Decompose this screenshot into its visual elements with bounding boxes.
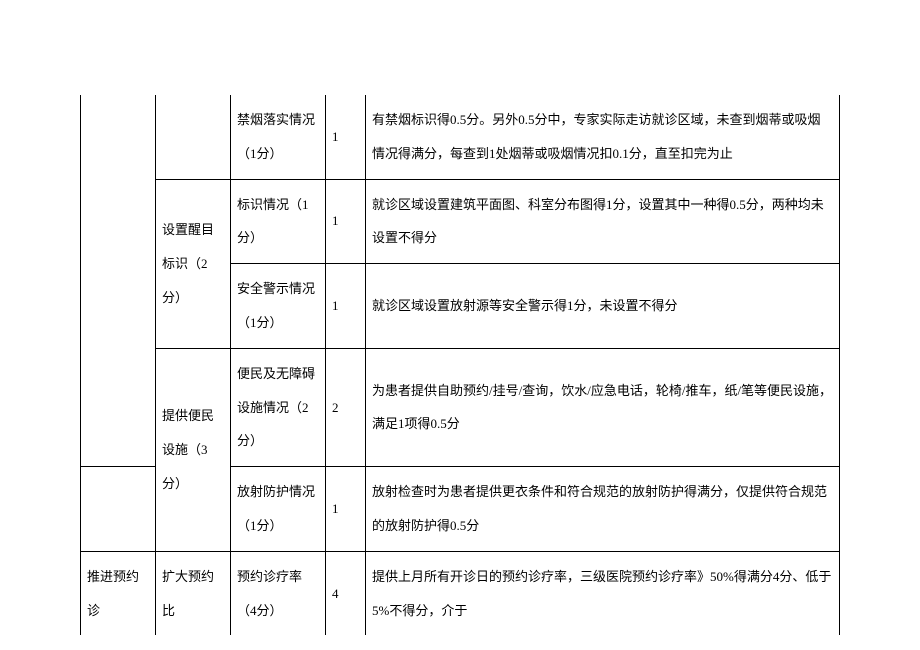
score-cell: 1 (326, 264, 366, 349)
main-cat-cell (81, 264, 156, 349)
table-row: 设置醒目标识（2分） 标识情况（1分） 1 就诊区域设置建筑平面图、科室分布图得… (81, 179, 840, 264)
cat-cell: 提供便民设施（3分） (156, 348, 231, 551)
score-cell: 4 (326, 551, 366, 635)
main-cat-cell (81, 348, 156, 466)
table-row: 禁烟落实情况（1分） 1 有禁烟标识得0.5分。另外0.5分中，专家实际走访就诊… (81, 95, 840, 179)
sub-item-cell: 安全警示情况（1分） (231, 264, 326, 349)
sub-item-cell: 预约诊疗率（4分） (231, 551, 326, 635)
evaluation-table: 禁烟落实情况（1分） 1 有禁烟标识得0.5分。另外0.5分中，专家实际走访就诊… (80, 95, 840, 635)
desc-cell: 有禁烟标识得0.5分。另外0.5分中，专家实际走访就诊区域，未查到烟蒂或吸烟情况… (366, 95, 840, 179)
cat-cell (156, 95, 231, 179)
sub-item-cell: 标识情况（1分） (231, 179, 326, 264)
table-row: 提供便民设施（3分） 便民及无障碍设施情况（2分） 2 为患者提供自助预约/挂号… (81, 348, 840, 466)
score-cell: 1 (326, 467, 366, 552)
score-cell: 1 (326, 95, 366, 179)
score-cell: 2 (326, 348, 366, 466)
sub-item-cell: 放射防护情况（1分） (231, 467, 326, 552)
sub-item-cell: 禁烟落实情况（1分） (231, 95, 326, 179)
main-cat-cell (81, 179, 156, 264)
sub-item-cell: 便民及无障碍设施情况（2分） (231, 348, 326, 466)
desc-cell: 提供上月所有开诊日的预约诊疗率，三级医院预约诊疗率》50%得满分4分、低于5%不… (366, 551, 840, 635)
desc-cell: 就诊区域设置放射源等安全警示得1分，未设置不得分 (366, 264, 840, 349)
cat-cell: 设置醒目标识（2分） (156, 179, 231, 348)
desc-cell: 就诊区域设置建筑平面图、科室分布图得1分，设置其中一种得0.5分，两种均未设置不… (366, 179, 840, 264)
desc-cell: 为患者提供自助预约/挂号/查询，饮水/应急电话，轮椅/推车，纸/笔等便民设施，满… (366, 348, 840, 466)
desc-cell: 放射检查时为患者提供更衣条件和符合规范的放射防护得满分，仅提供符合规范的放射防护… (366, 467, 840, 552)
score-cell: 1 (326, 179, 366, 264)
main-cat-cell: 推进预约诊 (81, 551, 156, 635)
main-cat-cell (81, 95, 156, 179)
table-row: 推进预约诊 扩大预约比 预约诊疗率（4分） 4 提供上月所有开诊日的预约诊疗率，… (81, 551, 840, 635)
cat-cell: 扩大预约比 (156, 551, 231, 635)
main-cat-cell (81, 467, 156, 552)
